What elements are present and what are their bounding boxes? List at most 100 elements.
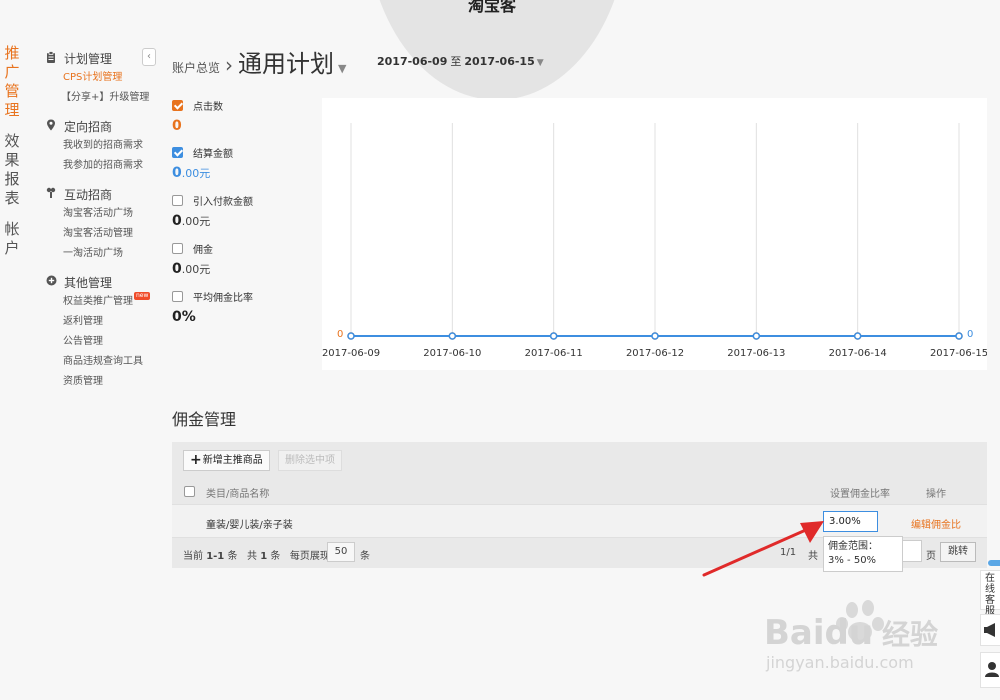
- breadcrumb: 账户总览 › 通用计划 ▼: [172, 44, 346, 79]
- sidebar-group-title: 互动招商: [64, 187, 113, 202]
- metric-checkbox[interactable]: [172, 194, 183, 206]
- pagination-summary: 当前 1-1 条 共 1 条 每页展现: [183, 551, 330, 562]
- column-header-name: 类目/商品名称: [206, 489, 270, 500]
- metric-checkbox[interactable]: [172, 99, 183, 111]
- plus-icon: +: [190, 452, 202, 468]
- sidebar-item-yitao-square[interactable]: 一淘活动广场: [44, 244, 164, 264]
- select-all-checkbox[interactable]: [184, 486, 195, 497]
- new-badge: new: [134, 292, 151, 300]
- breadcrumb-root-link[interactable]: 账户总览: [172, 59, 220, 76]
- page-size-unit: 条: [360, 551, 370, 562]
- chart-data-point: [651, 332, 659, 340]
- watermark-cn: 经验: [882, 618, 938, 651]
- online-service-button[interactable]: 在线客服: [980, 570, 1000, 617]
- sidebar-item-violation-tool[interactable]: 商品违规查询工具: [44, 352, 164, 372]
- sidebar: 计划管理 CPS计划管理 【分享+】升级管理 定向招商 我收到的招商需求 我参加…: [44, 48, 164, 400]
- chart-x-tick-label: 2017-06-14: [829, 348, 887, 359]
- metric-label: 引入付款金额: [193, 196, 253, 208]
- metric-value: 0.00元: [172, 261, 211, 277]
- sidebar-group-other: 其他管理 权益类推广管理new 返利管理 公告管理 商品违规查询工具 资质管理: [44, 272, 164, 392]
- chart-x-tick-label: 2017-06-13: [727, 348, 785, 359]
- sidebar-group-title: 定向招商: [64, 119, 113, 134]
- caret-down-icon[interactable]: ▼: [338, 62, 346, 75]
- chart-data-point: [347, 332, 355, 340]
- metric-value: 0: [172, 118, 182, 134]
- sidebar-item-joined-requests[interactable]: 我参加的招商需求: [44, 156, 164, 176]
- section-title: 佣金管理: [172, 410, 237, 429]
- plus-circle-icon: [44, 275, 58, 289]
- sidebar-item-activity-square[interactable]: 淘宝客活动广场: [44, 204, 164, 224]
- sidebar-group-targeted: 定向招商 我收到的招商需求 我参加的招商需求: [44, 116, 164, 176]
- service-indicator: [988, 560, 1000, 566]
- chart-x-tick-label: 2017-06-09: [322, 348, 380, 359]
- metric-value: 0.00元: [172, 165, 211, 181]
- chart-data-point: [955, 332, 963, 340]
- trend-chart: 2017-06-09 2017-06-10 2017-06-11 2017-06-12…: [322, 98, 987, 370]
- chart-data-point: [752, 332, 761, 340]
- megaphone-button[interactable]: [980, 614, 1000, 646]
- sidebar-group-plans: 计划管理 CPS计划管理 【分享+】升级管理: [44, 48, 164, 108]
- chart-x-tick-label: 2017-06-11: [525, 348, 583, 359]
- sidebar-item-received-requests[interactable]: 我收到的招商需求: [44, 136, 164, 156]
- metric-label: 平均佣金比率: [193, 292, 253, 304]
- metric-avg-rate: 平均佣金比率 0%: [172, 289, 312, 325]
- date-to-label: 至: [450, 55, 462, 68]
- metric-settlement: 结算金额 0.00元: [172, 145, 312, 182]
- primary-nav: 推广管理 效果报表 帐户: [2, 44, 22, 270]
- page-size-select[interactable]: 50: [327, 542, 355, 562]
- metric-commission: 佣金 0.00元: [172, 241, 312, 278]
- commission-rate-input[interactable]: [823, 511, 878, 532]
- sidebar-item-cps-plan[interactable]: CPS计划管理: [44, 68, 164, 88]
- clipboard-icon: [44, 50, 58, 66]
- column-header-rate: 设置佣金比率: [830, 489, 890, 500]
- table-row: 童装/婴儿装/亲子装 编辑佣金比: [172, 504, 987, 538]
- chart-x-tick-label: 2017-06-12: [626, 348, 684, 359]
- metric-value: 0%: [172, 309, 196, 325]
- date-end: 2017-06-15: [464, 55, 535, 68]
- user-button[interactable]: [980, 652, 1000, 688]
- date-start: 2017-06-09: [377, 55, 448, 68]
- megaphone-icon: [984, 623, 995, 637]
- trend-chart-svg: 2017-06-09 2017-06-10 2017-06-11 2017-06-12…: [322, 123, 987, 359]
- sidebar-item-activity-manage[interactable]: 淘宝客活动管理: [44, 224, 164, 244]
- metric-label: 佣金: [193, 244, 213, 256]
- column-header-op: 操作: [926, 489, 946, 500]
- table-header: 类目/商品名称 设置佣金比率 操作: [172, 478, 987, 504]
- metric-checkbox[interactable]: [172, 242, 183, 254]
- sidebar-item-qualification[interactable]: 资质管理: [44, 372, 164, 392]
- location-pin-icon: [44, 119, 58, 134]
- primary-nav-promotion[interactable]: 推广管理: [2, 44, 22, 120]
- handshake-icon: [44, 187, 58, 202]
- sidebar-group-title: 其他管理: [64, 275, 113, 290]
- page-number-input[interactable]: [902, 540, 922, 562]
- primary-nav-reports[interactable]: 效果报表: [2, 132, 22, 208]
- chart-y-right-label: 0: [967, 329, 973, 340]
- page-title[interactable]: 通用计划: [238, 44, 334, 79]
- sidebar-group-interactive: 互动招商 淘宝客活动广场 淘宝客活动管理 一淘活动广场: [44, 184, 164, 264]
- edit-commission-link[interactable]: 编辑佣金比: [911, 516, 961, 531]
- metric-label: 点击数: [193, 101, 223, 113]
- metric-checkbox[interactable]: [172, 290, 183, 302]
- brand-title: 淘宝客: [468, 0, 517, 15]
- sidebar-item-rights-promo[interactable]: 权益类推广管理new: [44, 292, 164, 312]
- metric-value: 0.00元: [172, 213, 211, 229]
- sidebar-item-announcement[interactable]: 公告管理: [44, 332, 164, 352]
- watermark-brand: Baidu: [764, 613, 873, 653]
- commission-range-tooltip: 佣金范围： 3% - 50%: [823, 536, 903, 572]
- metric-clicks: 点击数 0: [172, 98, 312, 134]
- add-main-product-button[interactable]: +新增主推商品: [183, 450, 270, 471]
- user-icon: [985, 662, 999, 677]
- jump-button[interactable]: 跳转: [940, 542, 976, 562]
- primary-nav-account[interactable]: 帐户: [2, 220, 22, 258]
- breadcrumb-separator: ›: [225, 53, 234, 77]
- metric-checkbox[interactable]: [172, 146, 183, 158]
- sidebar-item-share-upgrade[interactable]: 【分享+】升级管理: [44, 88, 164, 108]
- page-unit: 页: [926, 551, 936, 562]
- chart-x-tick-label: 2017-06-10: [423, 348, 481, 359]
- delete-selected-button[interactable]: 删除选中项: [278, 450, 342, 471]
- metric-payment: 引入付款金额 0.00元: [172, 193, 312, 230]
- chart-x-tick-label: 2017-06-15: [930, 348, 987, 359]
- sidebar-item-rebate[interactable]: 返利管理: [44, 312, 164, 332]
- metric-label: 结算金额: [193, 148, 233, 160]
- date-range-picker[interactable]: 2017-06-09 至 2017-06-15 ▼: [377, 53, 544, 69]
